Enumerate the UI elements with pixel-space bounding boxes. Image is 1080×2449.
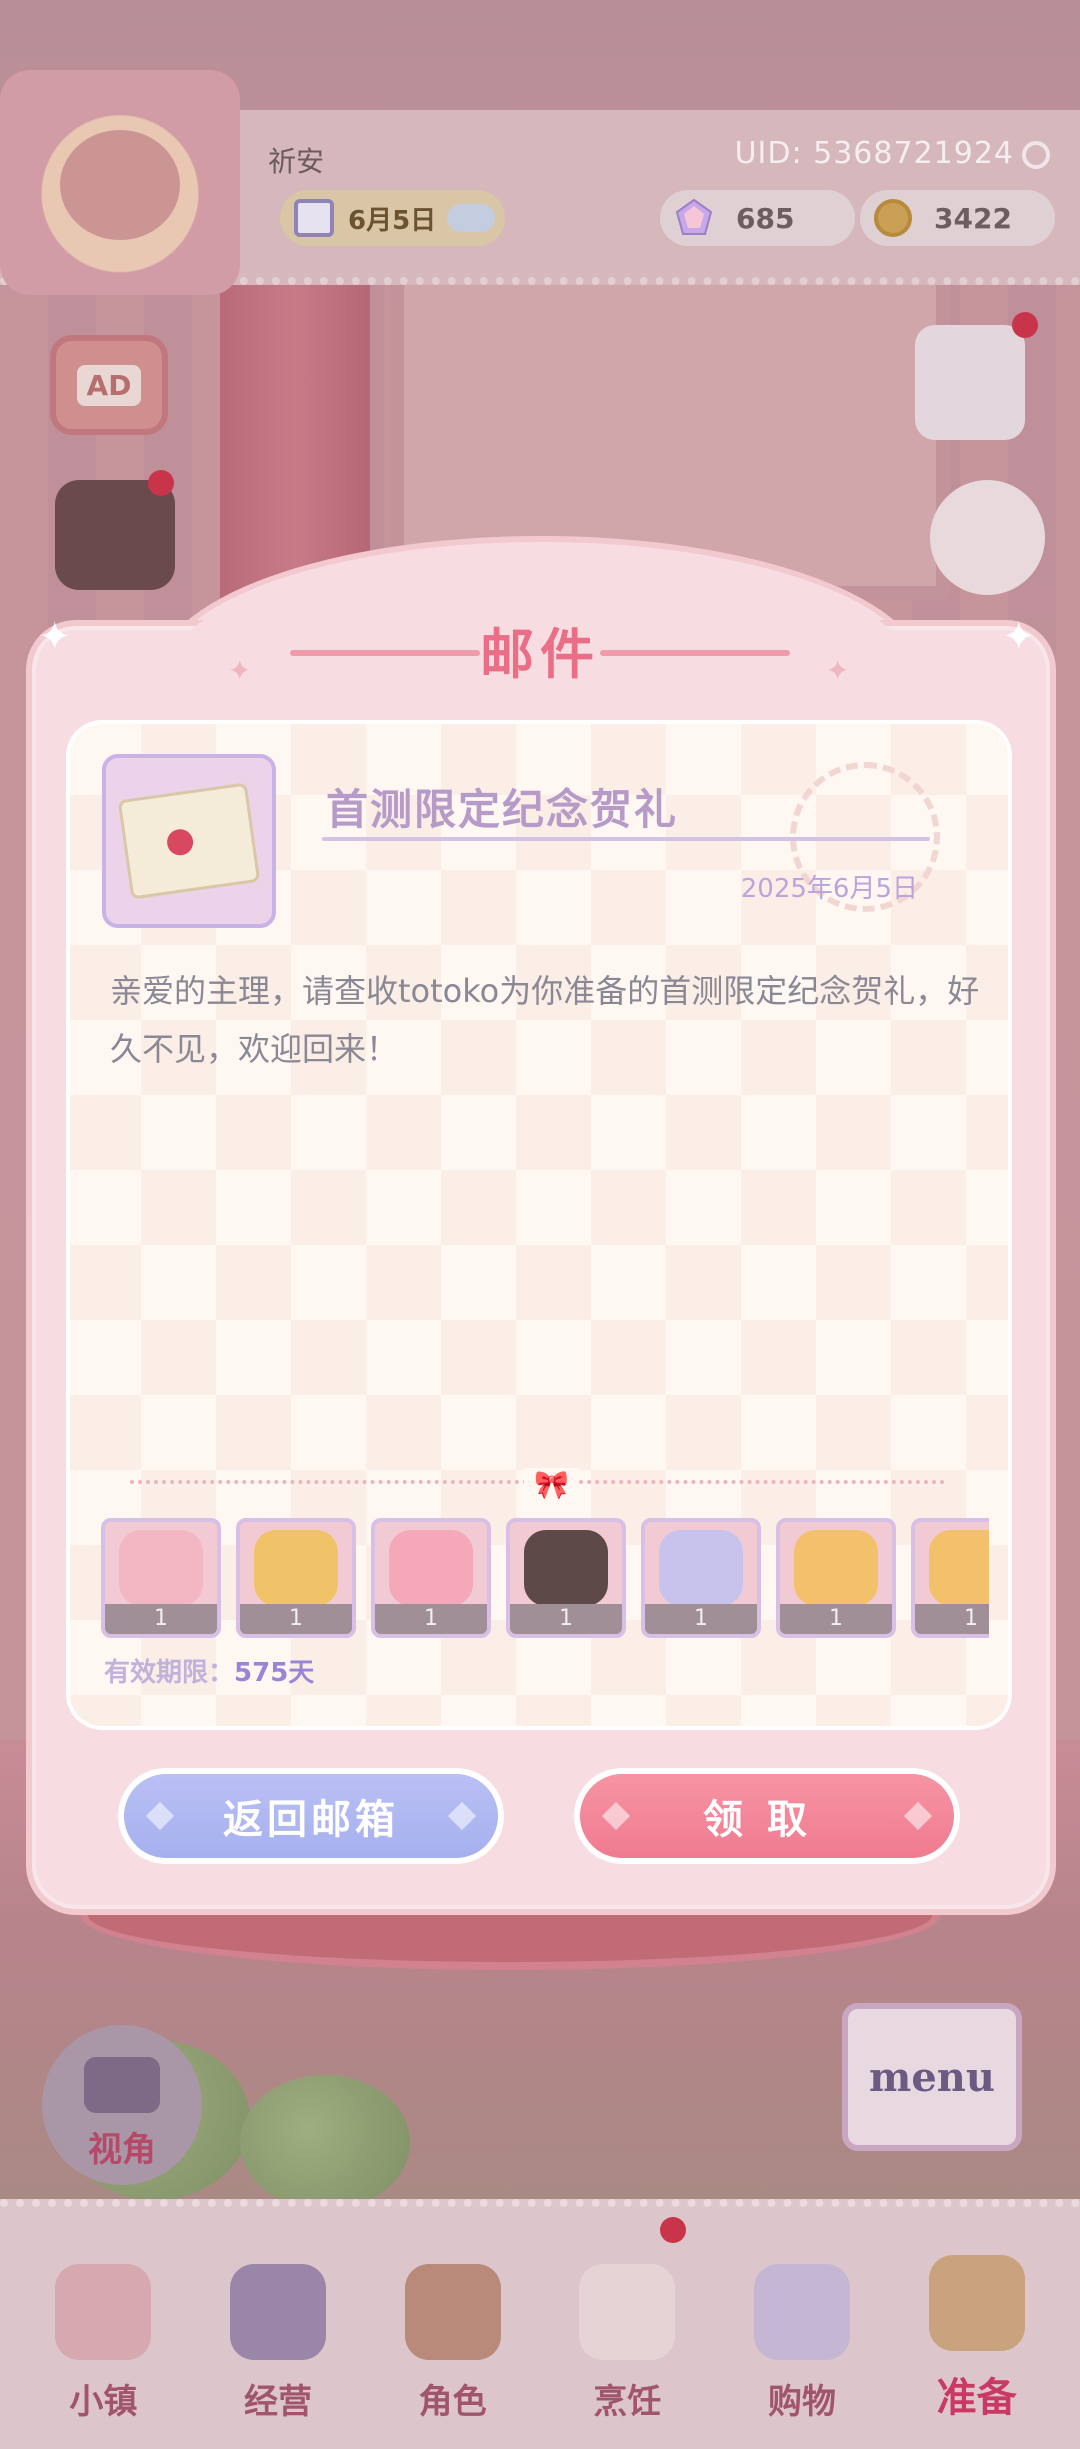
item-quantity: 1: [240, 1604, 352, 1634]
character-icon: [404, 2264, 501, 2360]
black-maid-dress-icon: [524, 1530, 608, 1606]
reward-items-row[interactable]: 1111111: [101, 1518, 989, 1643]
hamster-plush-icon: [659, 1530, 743, 1606]
nav-item[interactable]: 准备: [902, 2223, 1052, 2423]
player-avatar[interactable]: [0, 70, 240, 295]
nav-item[interactable]: 经营: [203, 2223, 353, 2423]
girl-avatar-frame-2-icon: [929, 1530, 989, 1606]
back-button-label: 返回邮箱: [223, 1797, 399, 1843]
bow-icon: 🎀: [524, 1468, 579, 1501]
calendar-icon: [294, 199, 334, 237]
bottom-navigation: 小镇 经营 角色 烹饪 购物 准备: [0, 2199, 1080, 2449]
item-quantity: 1: [105, 1604, 217, 1634]
golden-crown-frame-icon: [254, 1530, 338, 1606]
mail-body-text: 亲爱的主理，请查收totoko为你准备的首测限定纪念贺礼，好久不见，欢迎回来！: [110, 972, 980, 1068]
date-text: 6月5日: [348, 205, 437, 236]
modal-title-wrap: 邮件: [0, 610, 1080, 710]
item-quantity: 1: [645, 1604, 757, 1634]
camera-label: 视角: [88, 2130, 156, 2170]
task-clipboard-button[interactable]: [915, 325, 1025, 440]
map-icon: [55, 2264, 152, 2360]
item-quantity: 1: [375, 1604, 487, 1634]
player-name: 祈安: [268, 145, 325, 178]
diamond-icon: [601, 1801, 631, 1831]
treasure-chest-button[interactable]: [55, 480, 175, 590]
reward-item[interactable]: 1: [911, 1518, 989, 1638]
reward-item[interactable]: 1: [371, 1518, 491, 1638]
menu-book-button[interactable]: menu: [842, 2003, 1022, 2151]
coin-counter[interactable]: 3422: [860, 190, 1055, 246]
gold-coin-icon: [874, 199, 912, 237]
expiry-info: 有效期限：575天: [104, 1652, 314, 1689]
item-quantity: 1: [510, 1604, 622, 1634]
mail-date: 2025年6月5日: [740, 874, 918, 904]
claim-button-label: 领取: [703, 1797, 831, 1843]
pink-dress-outfit-icon: [119, 1530, 203, 1606]
nav-label: 准备: [936, 2375, 1017, 2421]
notification-dot: [1012, 312, 1038, 338]
bush-plant: [240, 2075, 410, 2210]
nav-label: 角色: [418, 2382, 487, 2422]
item-quantity: 1: [915, 1604, 989, 1634]
gem-count: 685: [736, 201, 795, 235]
reward-item[interactable]: 1: [776, 1518, 896, 1638]
basket-icon: [928, 2255, 1025, 2351]
reward-item[interactable]: 1: [506, 1518, 626, 1638]
expiry-value: 575天: [234, 1658, 315, 1688]
nav-item[interactable]: 角色: [378, 2223, 528, 2423]
shopping-bag-icon: [753, 2264, 850, 2360]
camera-view-button[interactable]: 视角: [42, 2025, 202, 2185]
ad-label: AD: [76, 364, 142, 406]
modal-title: 邮件: [480, 623, 600, 686]
nav-label: 经营: [243, 2382, 312, 2422]
diamond-icon: [447, 1801, 477, 1831]
copy-icon[interactable]: [1022, 140, 1050, 169]
nav-label: 烹饪: [593, 2382, 662, 2422]
reward-item[interactable]: 1: [101, 1518, 221, 1638]
shop-bag-icon: [229, 2264, 326, 2360]
nav-label: 小镇: [69, 2382, 138, 2422]
uid-text: UID: 5368721924: [734, 136, 1014, 171]
notification-dot: [148, 470, 174, 496]
mail-subject: 首测限定纪念贺礼: [326, 785, 679, 834]
nav-item[interactable]: 小镇: [28, 2223, 178, 2423]
ad-tv-button[interactable]: AD: [50, 335, 168, 435]
reward-item[interactable]: 1: [236, 1518, 356, 1638]
claim-button[interactable]: 领取: [574, 1768, 960, 1864]
weather-cloud-icon: [447, 204, 495, 232]
nav-label: 购物: [767, 2382, 836, 2422]
coin-count: 3422: [934, 201, 1012, 235]
cooking-icon: [579, 2264, 676, 2360]
diamond-icon: [903, 1801, 933, 1831]
rainbow-gem-icon: [675, 198, 713, 235]
mail-thumbnail: [102, 754, 276, 928]
nav-item[interactable]: 烹饪: [552, 2223, 702, 2423]
pink-frilly-dress-icon: [389, 1530, 473, 1606]
date-pill[interactable]: 6月5日: [280, 190, 505, 246]
envelope-icon: [117, 782, 261, 900]
diamond-icon: [145, 1801, 175, 1831]
gem-counter[interactable]: 685: [660, 190, 855, 246]
girl-avatar-frame-icon: [794, 1530, 878, 1606]
uid-display[interactable]: UID: 5368721924: [735, 136, 1050, 171]
item-quantity: 1: [780, 1604, 892, 1634]
nav-item[interactable]: 购物: [727, 2223, 877, 2423]
menu-label: menu: [869, 2053, 995, 2101]
camera-icon: [84, 2057, 160, 2113]
notification-dot: [660, 2217, 686, 2243]
expiry-label: 有效期限：: [104, 1658, 235, 1688]
subject-underline: [322, 837, 930, 841]
cat-mascot-button[interactable]: [930, 480, 1045, 595]
reward-item[interactable]: 1: [641, 1518, 761, 1638]
back-to-mailbox-button[interactable]: 返回邮箱: [118, 1768, 504, 1864]
